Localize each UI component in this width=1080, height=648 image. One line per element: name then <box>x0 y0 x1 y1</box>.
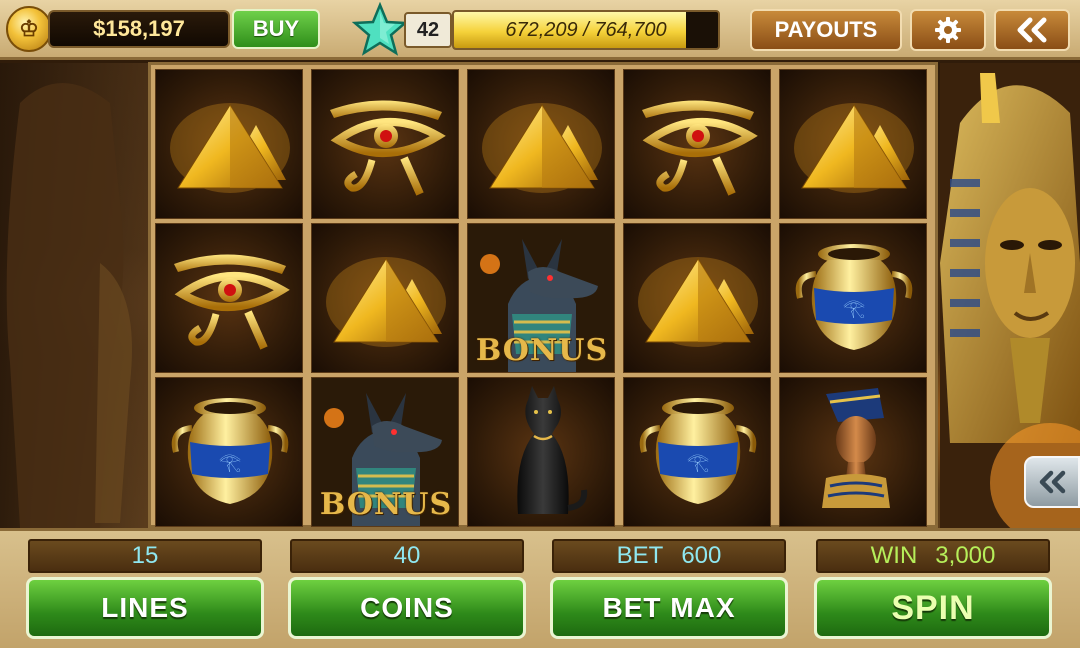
reel-symbol-eye-of-horus <box>311 69 459 219</box>
slot-reels: 𓂀 BONUS BONUS 𓂀 𓂀 <box>148 62 938 528</box>
pyramids-icon <box>482 103 602 193</box>
reel-symbol-pyramids <box>467 69 615 219</box>
pyramids-icon <box>326 257 446 347</box>
nefertiti-bust-icon <box>822 388 890 508</box>
bet-caption: BET <box>616 542 664 569</box>
win-readout: WIN 3,000 <box>816 539 1050 573</box>
coins-readout: 40 <box>290 539 524 573</box>
coin-icon: ♔ <box>6 6 52 52</box>
bet-value: 600 <box>681 542 722 569</box>
settings-button[interactable] <box>910 9 986 51</box>
level-badge: 42 <box>404 12 452 48</box>
eye-of-horus-icon <box>642 100 758 196</box>
eye-of-horus-icon <box>330 100 446 196</box>
vase-icon: 𓂀 <box>795 244 913 350</box>
svg-text:𓂀: 𓂀 <box>687 452 709 473</box>
reel-1: 𓂀 <box>155 69 303 527</box>
reel-symbol-pyramids <box>779 69 927 219</box>
reel-symbol-vase: 𓂀 <box>779 223 927 373</box>
reel-4: 𓂀 <box>623 69 771 527</box>
balance-display: $158,197 <box>48 10 230 48</box>
side-panel-toggle-button[interactable] <box>1024 456 1080 508</box>
win-value: 3,000 <box>935 542 996 569</box>
left-statue-decoration <box>0 63 150 528</box>
gear-icon <box>935 17 961 43</box>
double-chevron-left-icon <box>1017 17 1047 43</box>
reel-symbol-anubis-bonus: BONUS <box>311 377 459 527</box>
buy-button[interactable]: BUY <box>232 9 320 49</box>
reel-symbol-black-cat <box>467 377 615 527</box>
xp-text: 672,209 / 764,700 <box>505 18 667 41</box>
xp-progress-bar: 672,209 / 764,700 <box>452 10 720 50</box>
win-caption: WIN <box>870 542 918 569</box>
reel-symbol-nefertiti-bust <box>779 377 927 527</box>
control-panel: 15 LINES 40 COINS BET 600 BET MAX WIN 3,… <box>0 528 1080 648</box>
top-bar: ♔ $158,197 BUY 42 672,209 / 764,700 PAYO… <box>0 0 1080 60</box>
vase-icon: 𓂀 <box>171 398 289 504</box>
reel-symbol-eye-of-horus <box>623 69 771 219</box>
bonus-label: BONUS <box>319 487 453 522</box>
reel-symbol-eye-of-horus <box>155 223 303 373</box>
black-cat-icon <box>517 386 588 514</box>
back-button[interactable] <box>994 9 1070 51</box>
star-icon <box>352 2 408 56</box>
lines-readout: 15 <box>28 539 262 573</box>
reel-5: 𓂀 <box>779 69 927 527</box>
coins-button[interactable]: COINS <box>288 577 526 639</box>
bet-readout: BET 600 <box>552 539 786 573</box>
vase-icon: 𓂀 <box>639 398 757 504</box>
pyramids-icon <box>170 103 290 193</box>
reel-symbol-pyramids <box>623 223 771 373</box>
svg-text:𓂀: 𓂀 <box>219 452 241 473</box>
bonus-label: BONUS <box>475 333 609 368</box>
reel-3: BONUS <box>467 69 615 527</box>
spin-button[interactable]: SPIN <box>814 577 1052 639</box>
bet-max-button[interactable]: BET MAX <box>550 577 788 639</box>
reel-2: BONUS <box>311 69 459 527</box>
lines-button[interactable]: LINES <box>26 577 264 639</box>
reel-symbol-pyramids <box>311 223 459 373</box>
reel-symbol-vase: 𓂀 <box>623 377 771 527</box>
payouts-button[interactable]: PAYOUTS <box>750 9 902 51</box>
pyramids-icon <box>638 257 758 347</box>
reel-symbol-vase: 𓂀 <box>155 377 303 527</box>
coins-value: 40 <box>393 542 421 569</box>
lines-value: 15 <box>131 542 159 569</box>
reel-symbol-pyramids <box>155 69 303 219</box>
pyramids-icon <box>794 103 914 193</box>
double-chevron-left-icon <box>1039 470 1066 494</box>
eye-of-horus-icon <box>174 254 290 350</box>
reel-symbol-anubis-bonus: BONUS <box>467 223 615 373</box>
svg-text:𓂀: 𓂀 <box>843 298 865 319</box>
